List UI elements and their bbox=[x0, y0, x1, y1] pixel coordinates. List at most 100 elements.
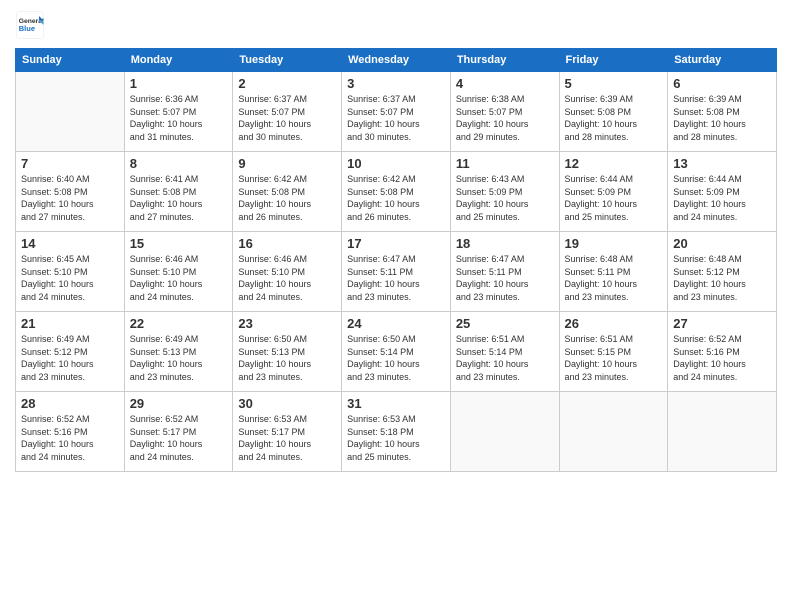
day-number: 9 bbox=[238, 156, 336, 171]
day-number: 11 bbox=[456, 156, 554, 171]
calendar-cell: 3 Sunrise: 6:37 AM Sunset: 5:07 PM Daylig… bbox=[342, 72, 451, 152]
day-number: 27 bbox=[673, 316, 771, 331]
day-info: Sunrise: 6:39 AM Sunset: 5:08 PM Dayligh… bbox=[565, 93, 663, 143]
weekday-header: Thursday bbox=[450, 49, 559, 72]
calendar-cell: 14 Sunrise: 6:45 AM Sunset: 5:10 PM Dayli… bbox=[16, 232, 125, 312]
calendar-cell: 11 Sunrise: 6:43 AM Sunset: 5:09 PM Dayli… bbox=[450, 152, 559, 232]
day-number: 19 bbox=[565, 236, 663, 251]
calendar-cell: 22Sunrise: 6:49 AM Sunset: 5:13 PM Dayli… bbox=[124, 312, 233, 392]
day-number: 15 bbox=[130, 236, 228, 251]
day-info: Sunrise: 6:50 AM Sunset: 5:14 PM Dayligh… bbox=[347, 333, 445, 383]
day-info: Sunrise: 6:41 AM Sunset: 5:08 PM Dayligh… bbox=[130, 173, 228, 223]
day-number: 7 bbox=[21, 156, 119, 171]
calendar-cell bbox=[450, 392, 559, 472]
calendar-cell: 29 Sunrise: 6:52 AM Sunset: 5:17 PM Dayli… bbox=[124, 392, 233, 472]
calendar-cell: 20Sunrise: 6:48 AM Sunset: 5:12 PM Dayli… bbox=[668, 232, 777, 312]
day-number: 21 bbox=[21, 316, 119, 331]
calendar-cell: 4 Sunrise: 6:38 AM Sunset: 5:07 PM Daylig… bbox=[450, 72, 559, 152]
day-info: Sunrise: 6:42 AM Sunset: 5:08 PM Dayligh… bbox=[238, 173, 336, 223]
calendar-cell: 8Sunrise: 6:41 AM Sunset: 5:08 PM Daylig… bbox=[124, 152, 233, 232]
day-info: Sunrise: 6:37 AM Sunset: 5:07 PM Dayligh… bbox=[238, 93, 336, 143]
day-info: Sunrise: 6:37 AM Sunset: 5:07 PM Dayligh… bbox=[347, 93, 445, 143]
calendar-cell: 18 Sunrise: 6:47 AM Sunset: 5:11 PM Dayli… bbox=[450, 232, 559, 312]
day-info: Sunrise: 6:52 AM Sunset: 5:16 PM Dayligh… bbox=[21, 413, 119, 463]
weekday-header: Monday bbox=[124, 49, 233, 72]
calendar-cell: 31Sunrise: 6:53 AM Sunset: 5:18 PM Dayli… bbox=[342, 392, 451, 472]
day-number: 14 bbox=[21, 236, 119, 251]
calendar-cell: 28 Sunrise: 6:52 AM Sunset: 5:16 PM Dayli… bbox=[16, 392, 125, 472]
day-number: 29 bbox=[130, 396, 228, 411]
day-info: Sunrise: 6:51 AM Sunset: 5:15 PM Dayligh… bbox=[565, 333, 663, 383]
day-info: Sunrise: 6:46 AM Sunset: 5:10 PM Dayligh… bbox=[130, 253, 228, 303]
day-info: Sunrise: 6:49 AM Sunset: 5:13 PM Dayligh… bbox=[130, 333, 228, 383]
svg-text:Blue: Blue bbox=[19, 24, 35, 33]
day-number: 4 bbox=[456, 76, 554, 91]
day-number: 31 bbox=[347, 396, 445, 411]
day-number: 17 bbox=[347, 236, 445, 251]
day-number: 26 bbox=[565, 316, 663, 331]
calendar-table: SundayMondayTuesdayWednesdayThursdayFrid… bbox=[15, 48, 777, 472]
weekday-header: Wednesday bbox=[342, 49, 451, 72]
day-number: 12 bbox=[565, 156, 663, 171]
day-info: Sunrise: 6:46 AM Sunset: 5:10 PM Dayligh… bbox=[238, 253, 336, 303]
day-info: Sunrise: 6:45 AM Sunset: 5:10 PM Dayligh… bbox=[21, 253, 119, 303]
weekday-header-row: SundayMondayTuesdayWednesdayThursdayFrid… bbox=[16, 49, 777, 72]
calendar-cell: 7 Sunrise: 6:40 AM Sunset: 5:08 PM Daylig… bbox=[16, 152, 125, 232]
header: General Blue bbox=[15, 10, 777, 40]
calendar-cell: 21Sunrise: 6:49 AM Sunset: 5:12 PM Dayli… bbox=[16, 312, 125, 392]
day-number: 18 bbox=[456, 236, 554, 251]
calendar-cell: 27 Sunrise: 6:52 AM Sunset: 5:16 PM Dayli… bbox=[668, 312, 777, 392]
calendar-week-row: 1Sunrise: 6:36 AM Sunset: 5:07 PM Daylig… bbox=[16, 72, 777, 152]
day-number: 20 bbox=[673, 236, 771, 251]
logo: General Blue bbox=[15, 10, 49, 40]
day-number: 1 bbox=[130, 76, 228, 91]
day-info: Sunrise: 6:52 AM Sunset: 5:17 PM Dayligh… bbox=[130, 413, 228, 463]
weekday-header: Friday bbox=[559, 49, 668, 72]
day-number: 10 bbox=[347, 156, 445, 171]
calendar-cell: 1Sunrise: 6:36 AM Sunset: 5:07 PM Daylig… bbox=[124, 72, 233, 152]
calendar-cell: 17Sunrise: 6:47 AM Sunset: 5:11 PM Dayli… bbox=[342, 232, 451, 312]
calendar-cell: 16 Sunrise: 6:46 AM Sunset: 5:10 PM Dayli… bbox=[233, 232, 342, 312]
weekday-header: Saturday bbox=[668, 49, 777, 72]
calendar-cell bbox=[16, 72, 125, 152]
calendar-cell: 24 Sunrise: 6:50 AM Sunset: 5:14 PM Dayli… bbox=[342, 312, 451, 392]
day-number: 6 bbox=[673, 76, 771, 91]
day-number: 28 bbox=[21, 396, 119, 411]
calendar-cell: 9 Sunrise: 6:42 AM Sunset: 5:08 PM Daylig… bbox=[233, 152, 342, 232]
day-number: 24 bbox=[347, 316, 445, 331]
day-number: 5 bbox=[565, 76, 663, 91]
day-info: Sunrise: 6:38 AM Sunset: 5:07 PM Dayligh… bbox=[456, 93, 554, 143]
calendar-cell: 26 Sunrise: 6:51 AM Sunset: 5:15 PM Dayli… bbox=[559, 312, 668, 392]
weekday-header: Tuesday bbox=[233, 49, 342, 72]
day-number: 3 bbox=[347, 76, 445, 91]
calendar-cell: 30Sunrise: 6:53 AM Sunset: 5:17 PM Dayli… bbox=[233, 392, 342, 472]
calendar-cell: 10 Sunrise: 6:42 AM Sunset: 5:08 PM Dayli… bbox=[342, 152, 451, 232]
day-info: Sunrise: 6:47 AM Sunset: 5:11 PM Dayligh… bbox=[456, 253, 554, 303]
day-info: Sunrise: 6:51 AM Sunset: 5:14 PM Dayligh… bbox=[456, 333, 554, 383]
day-info: Sunrise: 6:43 AM Sunset: 5:09 PM Dayligh… bbox=[456, 173, 554, 223]
day-number: 25 bbox=[456, 316, 554, 331]
calendar-cell: 13 Sunrise: 6:44 AM Sunset: 5:09 PM Dayli… bbox=[668, 152, 777, 232]
day-info: Sunrise: 6:42 AM Sunset: 5:08 PM Dayligh… bbox=[347, 173, 445, 223]
day-info: Sunrise: 6:44 AM Sunset: 5:09 PM Dayligh… bbox=[673, 173, 771, 223]
day-info: Sunrise: 6:48 AM Sunset: 5:11 PM Dayligh… bbox=[565, 253, 663, 303]
day-info: Sunrise: 6:53 AM Sunset: 5:17 PM Dayligh… bbox=[238, 413, 336, 463]
calendar-cell: 12 Sunrise: 6:44 AM Sunset: 5:09 PM Dayli… bbox=[559, 152, 668, 232]
calendar-week-row: 14 Sunrise: 6:45 AM Sunset: 5:10 PM Dayli… bbox=[16, 232, 777, 312]
calendar-cell: 23Sunrise: 6:50 AM Sunset: 5:13 PM Dayli… bbox=[233, 312, 342, 392]
day-number: 13 bbox=[673, 156, 771, 171]
calendar-week-row: 7 Sunrise: 6:40 AM Sunset: 5:08 PM Daylig… bbox=[16, 152, 777, 232]
day-number: 16 bbox=[238, 236, 336, 251]
calendar-cell: 2 Sunrise: 6:37 AM Sunset: 5:07 PM Daylig… bbox=[233, 72, 342, 152]
day-info: Sunrise: 6:44 AM Sunset: 5:09 PM Dayligh… bbox=[565, 173, 663, 223]
day-number: 2 bbox=[238, 76, 336, 91]
day-info: Sunrise: 6:39 AM Sunset: 5:08 PM Dayligh… bbox=[673, 93, 771, 143]
day-info: Sunrise: 6:52 AM Sunset: 5:16 PM Dayligh… bbox=[673, 333, 771, 383]
calendar-cell: 15 Sunrise: 6:46 AM Sunset: 5:10 PM Dayli… bbox=[124, 232, 233, 312]
calendar-cell bbox=[668, 392, 777, 472]
calendar-cell bbox=[559, 392, 668, 472]
page: General Blue SundayMondayTuesdayWednesda… bbox=[0, 0, 792, 612]
calendar-cell: 19 Sunrise: 6:48 AM Sunset: 5:11 PM Dayli… bbox=[559, 232, 668, 312]
calendar-cell: 5 Sunrise: 6:39 AM Sunset: 5:08 PM Daylig… bbox=[559, 72, 668, 152]
day-info: Sunrise: 6:40 AM Sunset: 5:08 PM Dayligh… bbox=[21, 173, 119, 223]
